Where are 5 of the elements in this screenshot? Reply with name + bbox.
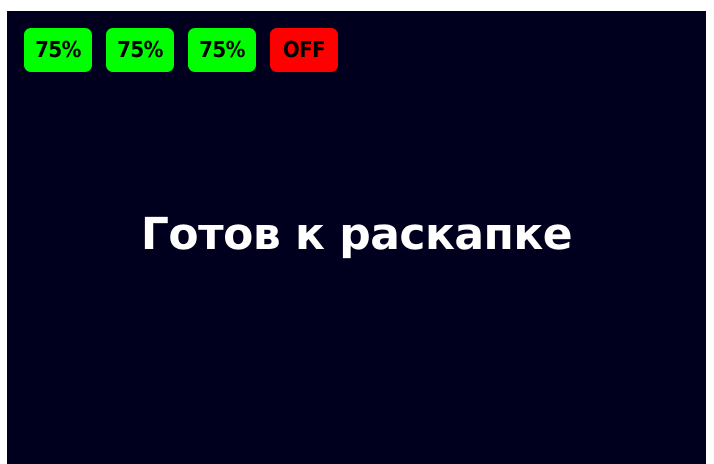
status-message: Готов к раскапке [140, 208, 572, 260]
status-badge: 75% [106, 28, 174, 72]
status-badge: 75% [24, 28, 92, 72]
status-badge: 75% [188, 28, 256, 72]
status-badge: OFF [270, 28, 338, 72]
